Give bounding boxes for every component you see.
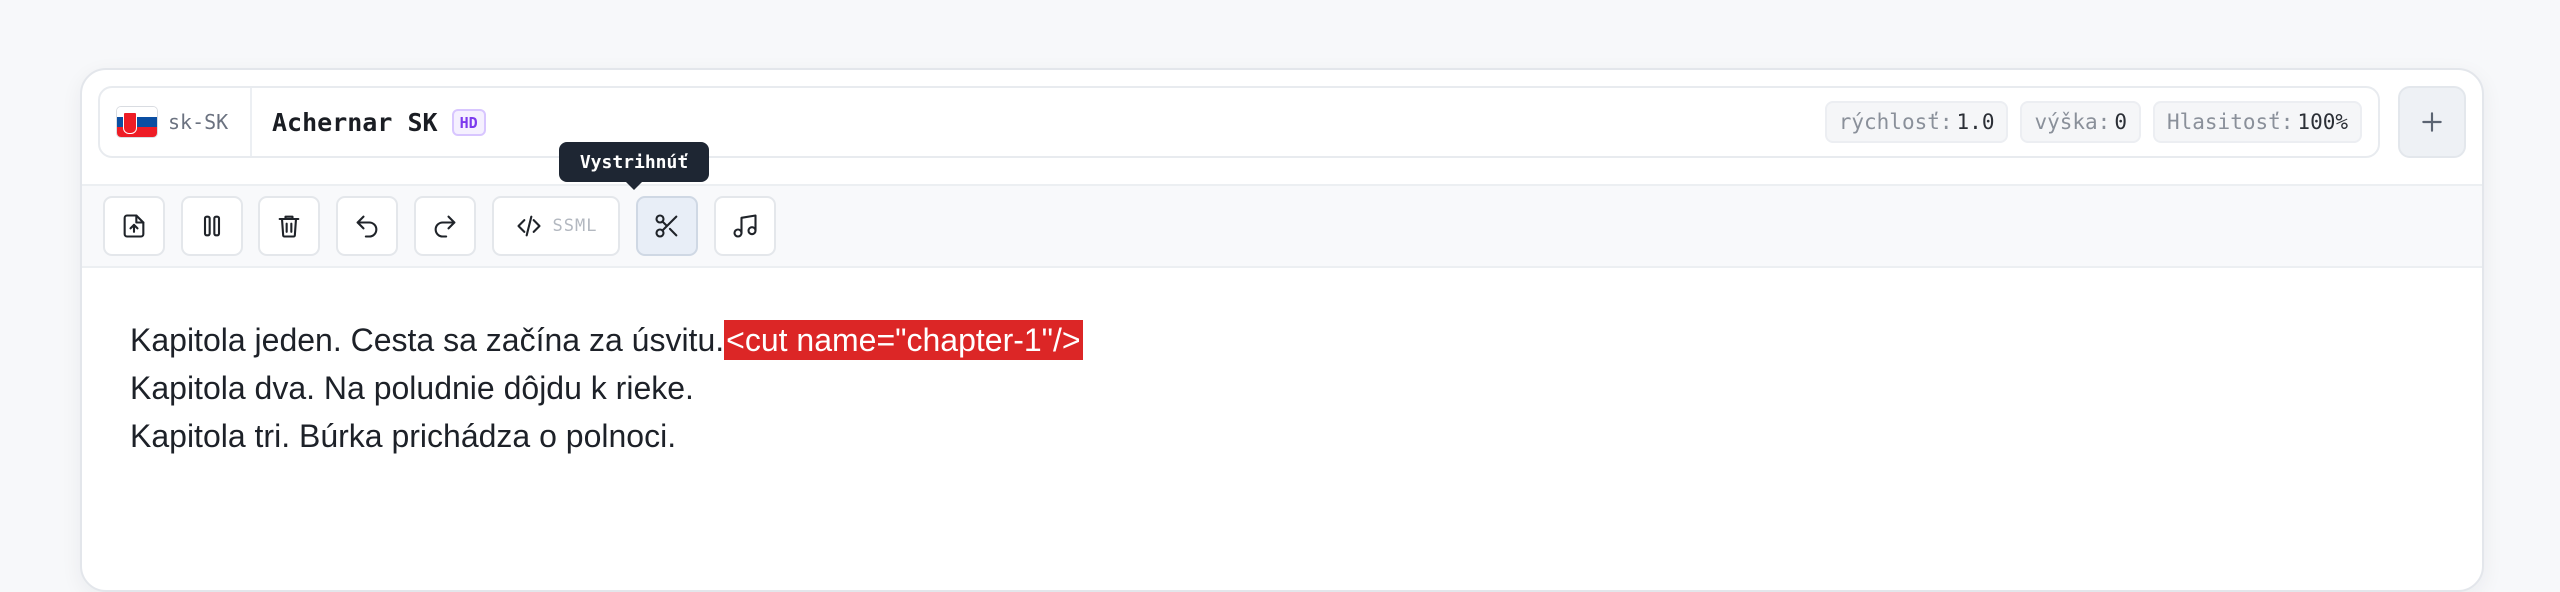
line-text: Kapitola jeden. Cesta sa začína za úsvit… xyxy=(130,322,725,358)
cut-button[interactable] xyxy=(636,196,698,256)
param-label: Hlasitosť: xyxy=(2166,110,2294,134)
cut-tag[interactable]: <cut name="chapter-1"/> xyxy=(724,320,1083,360)
param-label: výška: xyxy=(2034,110,2111,134)
upload-file-button[interactable] xyxy=(103,196,165,256)
tts-editor-card: sk-SK Achernar SK HD rýchlosť: 1.0 výška… xyxy=(80,68,2484,592)
editor-toolbar: SSML xyxy=(82,184,2482,268)
hd-badge: HD xyxy=(451,108,486,136)
pause-icon xyxy=(203,215,221,237)
ssml-button[interactable]: SSML xyxy=(492,196,620,256)
redo-icon xyxy=(434,215,456,238)
editor-line: Kapitola jeden. Cesta sa začína za úsvit… xyxy=(130,316,2430,364)
text-editor[interactable]: Kapitola jeden. Cesta sa začína za úsvit… xyxy=(130,316,2430,460)
voice-params: rýchlosť: 1.0 výška: 0 Hlasitosť: 100% xyxy=(1824,101,2362,143)
undo-button[interactable] xyxy=(336,196,398,256)
pitch-param[interactable]: výška: 0 xyxy=(2020,101,2141,143)
ssml-label: SSML xyxy=(552,216,598,236)
scissors-icon xyxy=(655,214,678,238)
language-selector[interactable]: sk-SK xyxy=(100,88,252,156)
voice-name: Achernar SK xyxy=(272,107,438,137)
voice-header: sk-SK Achernar SK HD rýchlosť: 1.0 výška… xyxy=(98,86,2380,158)
param-value: 100% xyxy=(2297,110,2348,134)
slovakia-flag-icon xyxy=(116,106,158,138)
add-voice-button[interactable] xyxy=(2398,86,2466,158)
redo-button[interactable] xyxy=(414,196,476,256)
music-note-icon xyxy=(733,214,757,238)
audio-button[interactable] xyxy=(714,196,776,256)
delete-button[interactable] xyxy=(258,196,320,256)
cut-tooltip: Vystrihnúť xyxy=(559,142,709,190)
undo-icon xyxy=(356,215,378,238)
param-label: rýchlosť: xyxy=(1838,110,1953,134)
volume-param[interactable]: Hlasitosť: 100% xyxy=(2152,101,2362,143)
pause-button[interactable] xyxy=(181,196,243,256)
trash-icon xyxy=(278,215,300,238)
param-value: 0 xyxy=(2114,110,2127,134)
speed-param[interactable]: rýchlosť: 1.0 xyxy=(1824,101,2009,143)
editor-line: Kapitola tri. Búrka prichádza o polnoci. xyxy=(130,418,677,454)
param-value: 1.0 xyxy=(1956,110,1995,134)
voice-selector[interactable]: Achernar SK HD xyxy=(272,88,486,156)
editor-line: Kapitola dva. Na poludnie dôjdu k rieke. xyxy=(130,370,694,406)
code-icon xyxy=(516,215,541,237)
plus-icon xyxy=(2422,112,2442,132)
file-upload-icon xyxy=(123,214,145,238)
language-code: sk-SK xyxy=(168,110,229,134)
